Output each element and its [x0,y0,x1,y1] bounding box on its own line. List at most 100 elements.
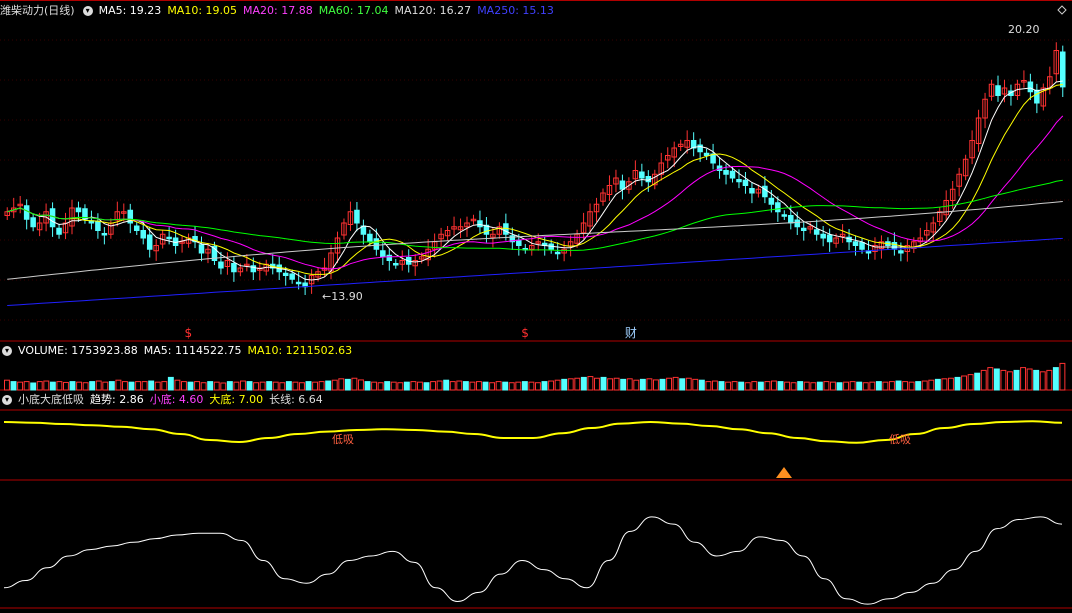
volume-bar [600,376,607,391]
candle-body [639,171,645,179]
volume-bar [561,378,568,391]
volume-bar [200,382,207,391]
ma250-value: MA250: 15.13 [477,4,554,17]
candle-body [898,250,904,254]
volume-bar [830,381,836,391]
volume-bar [194,381,201,391]
volume-bar [908,381,915,391]
volume-bar [535,382,541,391]
volume-bar [731,381,738,391]
volume-bar [10,381,17,391]
volume-bar [928,379,935,391]
volume-bar [240,380,246,391]
volume-bar [233,381,240,391]
volume-bar [882,381,889,391]
volume-bar [17,381,24,391]
volume-bar [495,381,502,391]
volume-bar [1033,369,1040,391]
volume-bar [751,381,758,391]
candle-body [95,221,101,231]
volume-bar [1046,369,1053,391]
volume-bar [266,381,273,391]
volume-bar [580,376,587,391]
volume-bar [653,379,659,391]
volume-bar [1026,368,1033,391]
volume-bar [771,380,777,391]
volume-bar [299,382,305,391]
volume-bar [784,381,791,391]
candle-body [503,223,509,235]
volume-bar [974,372,981,391]
volume-bar [167,376,174,391]
volume-bar [449,381,456,391]
volume-bar [921,380,928,391]
volume-value: VOLUME: 1753923.88 [18,344,138,357]
volume-bar [213,381,220,391]
volume-bar [272,381,279,391]
volume-bar [462,381,469,391]
candle-body [729,170,736,179]
volume-bar [49,381,56,391]
candle-body [354,209,360,224]
candle-body [891,242,898,250]
volume-bar [810,382,817,391]
indicator-big-bottom: 大底: 7.00 [209,393,264,406]
volume-bar [23,381,30,391]
volume-bar [43,380,50,391]
candle-body [49,208,56,228]
volume-bar [790,382,797,391]
candle-body [852,241,859,246]
volume-bar [253,382,260,391]
volume-bar [220,382,227,391]
event-label: $ [521,326,529,340]
volume-bar [757,381,764,391]
candle-body [703,152,710,156]
dropdown-icon[interactable]: ▾ [82,6,93,16]
volume-bar [987,367,994,391]
volume-bar [115,379,122,391]
volume-bar [967,374,974,391]
volume-bar [744,382,751,391]
volume-bar [285,381,292,391]
dropdown-icon[interactable]: ▾ [2,395,12,405]
volume-bar [554,379,561,391]
volume-bar [672,376,679,391]
volume-bar [993,368,1000,391]
candle-body [140,230,146,239]
ma5-value: MA5: 19.23 [98,4,162,17]
volume-bar [292,381,299,391]
volume-bar [659,378,666,391]
candle-body [295,281,302,285]
volume-bar [371,381,378,391]
volume-bar [135,381,142,391]
volume-bar [102,381,109,391]
volume-bar [797,381,804,391]
candle-body [373,238,380,250]
volume-bar [122,381,128,391]
volume-bar [541,381,548,391]
volume-bar [344,378,351,391]
volume-bar [1039,371,1046,391]
volume-bar [567,378,574,391]
volume-bar [889,381,895,391]
indicator-trend: 趋势: 2.86 [90,393,144,406]
candle-body [386,254,393,261]
volume-bar [915,381,922,391]
candle-body [619,180,626,190]
stock-period: (日线) [44,4,75,17]
stock-chart[interactable]: 20.20←13.90$$财榜低吸低吸 [0,0,1072,613]
volume-bar [1052,367,1059,391]
volume-bar [128,381,135,391]
price-panel-header: 潍柴动力 (日线) ▾ MA5: 19.23 MA10: 19.05 MA20:… [0,3,560,19]
volume-bar [777,381,784,391]
volume-bar [1000,369,1007,391]
dropdown-icon[interactable]: ▾ [2,346,12,356]
volume-bar [679,378,686,391]
volume-bar [875,381,882,391]
volume-bar [895,380,902,391]
volume-bar [639,378,646,391]
volume-bar [417,381,423,391]
volume-bar [646,378,653,391]
volume-bar [1059,362,1066,391]
candle-body [800,227,807,231]
